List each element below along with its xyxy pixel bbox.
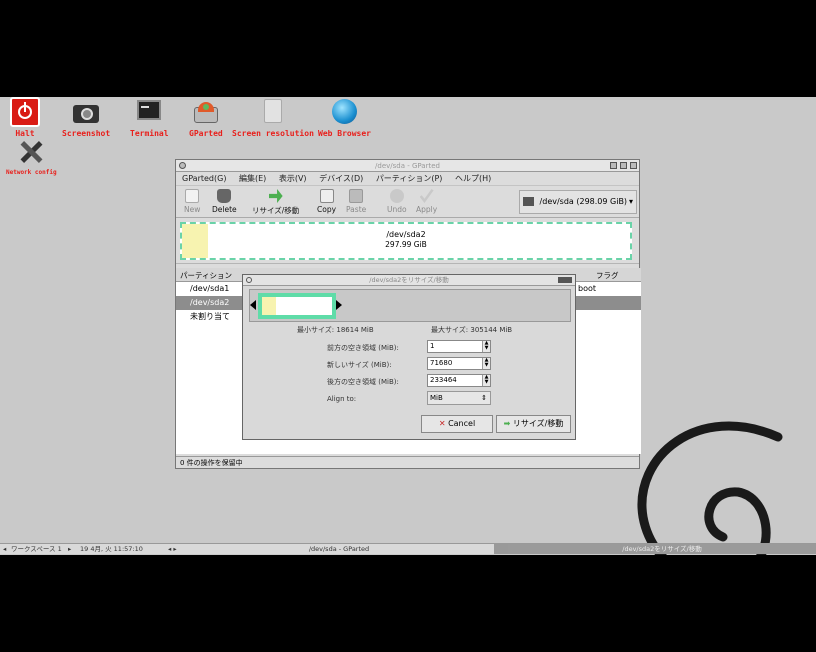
resize-move-confirm-button[interactable]: ➡ リサイズ/移動	[496, 415, 571, 433]
undo-icon	[389, 189, 404, 203]
free-after-input[interactable]: 233464 ▲ ▼	[427, 374, 491, 387]
free-before-input[interactable]: 1 ▲ ▼	[427, 340, 491, 353]
apply-button[interactable]: Apply	[416, 189, 437, 214]
column-partition[interactable]: パーティション	[180, 270, 232, 281]
clock: 19 4月, 火 11:57:10	[80, 545, 143, 553]
resize-move-button[interactable]: リサイズ/移動	[252, 189, 299, 216]
camera-icon	[71, 97, 101, 127]
resize-visual	[249, 289, 571, 322]
task-icon	[494, 544, 508, 554]
monitor-icon	[258, 97, 288, 127]
align-select[interactable]: MiB ⇕	[427, 391, 491, 405]
desktop-icon-web-browser[interactable]: Web Browser	[318, 97, 371, 138]
workspace-prev-icon[interactable]: ◂	[3, 544, 6, 554]
resize-dialog: /dev/sda2をリサイズ/移動 最小サイズ: 18614 MiB 最大サイズ…	[242, 274, 576, 440]
task-gparted[interactable]: /dev/sda - GParted	[186, 544, 492, 554]
close-icon[interactable]	[558, 277, 572, 283]
toolbar: New Delete リサイズ/移動 Copy Paste Undo Apply…	[176, 186, 639, 218]
new-icon	[185, 189, 200, 203]
disk-icon	[191, 97, 221, 127]
spin-arrows-icon[interactable]: ▲ ▼	[482, 341, 490, 352]
copy-button[interactable]: Copy	[317, 189, 336, 214]
right-resize-handle-icon[interactable]	[336, 300, 342, 310]
taskbar: ◂ ワークスペース 1 ▸ 19 4月, 火 11:57:10 ◂ ▸ /dev…	[0, 543, 816, 554]
left-resize-handle-icon[interactable]	[250, 300, 256, 310]
free-after-label: 後方の空き領域 (MiB):	[327, 378, 399, 386]
power-icon	[10, 97, 40, 127]
paste-icon	[349, 189, 364, 203]
copy-icon	[319, 189, 334, 203]
scroll-arrows-icon[interactable]: ◂ ▸	[168, 544, 177, 554]
desktop-icon-halt[interactable]: Halt	[10, 97, 40, 138]
desktop-icon-network-config[interactable]: Network config	[6, 137, 57, 176]
desktop-icon-gparted[interactable]: GParted	[189, 97, 223, 138]
partition-graph-sda2[interactable]: /dev/sda2 297.99 GiB	[180, 222, 632, 260]
task-resize-dialog[interactable]: /dev/sda2をリサイズ/移動	[508, 544, 816, 554]
menu-edit[interactable]: 編集(E)	[239, 174, 266, 183]
free-before-label: 前方の空き領域 (MiB):	[327, 344, 399, 352]
paste-button[interactable]: Paste	[346, 189, 366, 214]
spin-arrows-icon[interactable]: ▲ ▼	[482, 358, 490, 369]
desktop: Halt Screenshot Terminal GParted Screen …	[0, 97, 816, 555]
gparted-titlebar[interactable]: /dev/sda - GParted	[176, 160, 639, 172]
max-size-label: 最大サイズ: 305144 MiB	[431, 326, 513, 334]
maximize-icon[interactable]	[620, 162, 627, 169]
status-bar: 0 件の操作を保留中	[176, 456, 639, 468]
chevron-updown-icon: ⇕	[481, 394, 487, 402]
spin-arrows-icon[interactable]: ▲ ▼	[482, 375, 490, 386]
used-space-bar	[262, 297, 276, 315]
chevron-down-icon: ▾	[628, 197, 633, 206]
undo-button[interactable]: Undo	[387, 189, 407, 214]
desktop-icon-screenshot[interactable]: Screenshot	[62, 97, 110, 138]
check-icon	[419, 189, 434, 203]
cancel-button[interactable]: ✕ Cancel	[421, 415, 493, 433]
minimize-icon[interactable]	[610, 162, 617, 169]
resize-arrow-icon	[268, 189, 283, 203]
window-menu-icon[interactable]	[246, 277, 252, 283]
resize-arrow-icon: ➡	[503, 419, 511, 428]
dialog-titlebar[interactable]: /dev/sda2をリサイズ/移動	[243, 275, 575, 286]
min-size-label: 最小サイズ: 18614 MiB	[297, 326, 374, 334]
close-icon[interactable]	[630, 162, 637, 169]
menubar: GParted(G) 編集(E) 表示(V) デバイス(D) パーティション(P…	[176, 172, 639, 186]
workspace-next-icon[interactable]: ▸	[68, 544, 71, 554]
partition-resize-box[interactable]	[258, 293, 336, 319]
delete-button[interactable]: Delete	[212, 189, 237, 214]
cancel-x-icon: ✕	[438, 419, 446, 428]
trash-icon	[217, 189, 232, 203]
desktop-icon-screen-resolution[interactable]: Screen resolution	[232, 97, 314, 138]
partition-graph: /dev/sda2 297.99 GiB	[176, 218, 639, 264]
menu-view[interactable]: 表示(V)	[279, 174, 307, 183]
new-size-input[interactable]: 71680 ▲ ▼	[427, 357, 491, 370]
desktop-icon-terminal[interactable]: Terminal	[130, 97, 169, 138]
window-menu-icon[interactable]	[179, 162, 186, 169]
menu-partition[interactable]: パーティション(P)	[376, 174, 443, 183]
menu-device[interactable]: デバイス(D)	[319, 174, 363, 183]
menu-gparted[interactable]: GParted(G)	[182, 174, 226, 183]
gparted-title: /dev/sda - GParted	[375, 162, 440, 170]
device-selector[interactable]: /dev/sda (298.09 GiB) ▾	[519, 190, 637, 214]
align-label: Align to:	[327, 395, 357, 403]
menu-help[interactable]: ヘルプ(H)	[455, 174, 491, 183]
terminal-icon	[134, 97, 164, 127]
tools-icon	[16, 137, 46, 167]
globe-icon	[329, 97, 359, 127]
column-flags[interactable]: フラグ	[596, 270, 619, 281]
workspace-label[interactable]: ワークスペース 1	[11, 544, 62, 554]
debian-swirl-logo	[637, 421, 783, 555]
new-size-label: 新しいサイズ (MiB):	[327, 361, 392, 369]
new-button[interactable]: New	[184, 189, 200, 214]
drive-icon	[523, 197, 534, 206]
